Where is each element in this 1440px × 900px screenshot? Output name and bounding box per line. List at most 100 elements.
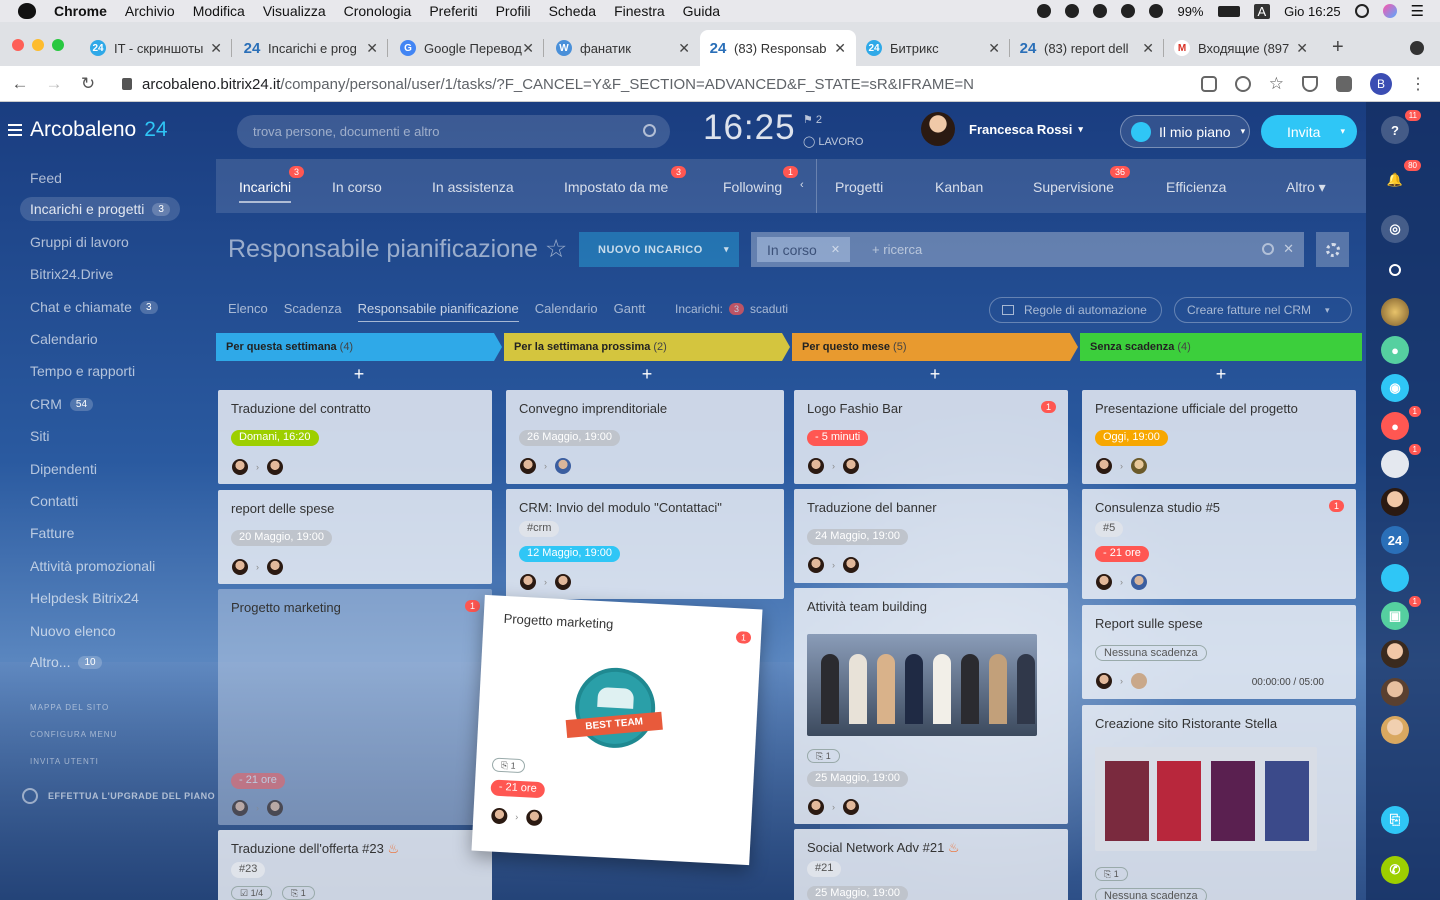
menu-app[interactable]: Chrome bbox=[54, 3, 107, 19]
browser-tab[interactable]: 24 IT - скриншоты ✕ bbox=[80, 30, 232, 66]
task-title[interactable]: Creazione sito Ristorante Stella bbox=[1095, 716, 1277, 731]
spotlight-icon[interactable] bbox=[1354, 4, 1369, 18]
menu-burger-icon[interactable] bbox=[8, 124, 22, 136]
user-green-icon[interactable]: ● bbox=[1381, 336, 1409, 364]
browser-tab-active[interactable]: 24 (83) Responsab ✕ bbox=[700, 30, 856, 66]
browser-tab[interactable]: W фанатик ✕ bbox=[546, 30, 700, 66]
tab-supervision[interactable]: Supervisione bbox=[1033, 179, 1114, 195]
chevron-down-icon[interactable]: ▾ bbox=[724, 244, 729, 255]
avatar[interactable] bbox=[843, 557, 859, 573]
attachment-counter[interactable]: ⎘ 1 bbox=[1095, 867, 1128, 881]
browser-tab[interactable]: 24 (83) report dell ✕ bbox=[1010, 30, 1164, 66]
tag-pill[interactable]: #crm bbox=[519, 521, 560, 537]
reload-icon[interactable]: ↻ bbox=[74, 74, 102, 94]
back-icon[interactable]: ← bbox=[6, 74, 34, 94]
nav-item-sites[interactable]: Siti bbox=[30, 428, 49, 444]
avatar[interactable] bbox=[267, 559, 283, 575]
upgrade-plan-link[interactable]: EFFETTUA L'UPGRADE DEL PIANO bbox=[22, 788, 215, 804]
close-tab-icon[interactable]: ✕ bbox=[522, 40, 534, 57]
tab-more[interactable]: Altro ▾ bbox=[1286, 179, 1326, 196]
my-plan-button[interactable]: Il mio piano ▾ bbox=[1120, 115, 1250, 148]
avatar[interactable] bbox=[520, 458, 536, 474]
avatar-icon[interactable] bbox=[1381, 678, 1409, 706]
url-field[interactable]: arcobaleno.bitrix24.it/company/personal/… bbox=[112, 71, 1302, 97]
chrome-menu-icon[interactable]: ⋮ bbox=[1410, 74, 1426, 94]
remove-chip-icon[interactable]: ✕ bbox=[831, 243, 840, 256]
filter-chip[interactable]: In corso ✕ bbox=[757, 237, 851, 262]
menu-modifica[interactable]: Modifica bbox=[193, 3, 245, 19]
menu-archivio[interactable]: Archivio bbox=[125, 3, 175, 19]
sitemap-link[interactable]: MAPPA DEL SITO bbox=[30, 703, 109, 712]
attachment-counter[interactable]: ⎘ 1 bbox=[807, 749, 840, 763]
avatar-icon[interactable] bbox=[1381, 298, 1409, 326]
group-icon[interactable]: 1 bbox=[1381, 444, 1421, 478]
bitrix24-icon[interactable]: 24 bbox=[1381, 526, 1409, 554]
task-card[interactable]: Convegno imprenditoriale 26 Maggio, 19:0… bbox=[506, 390, 784, 484]
task-title[interactable]: Report sulle spese bbox=[1095, 616, 1203, 631]
close-tab-icon[interactable]: ✕ bbox=[1142, 40, 1154, 57]
deadline-pill[interactable]: 26 Maggio, 19:00 bbox=[519, 430, 621, 446]
time-tracker[interactable]: 00:00:00 / 05:00 bbox=[1252, 677, 1324, 688]
deadline-pill[interactable]: Domani, 16:20 bbox=[231, 430, 319, 446]
menu-cronologia[interactable]: Cronologia bbox=[344, 3, 412, 19]
task-title[interactable]: Progetto marketing bbox=[231, 600, 341, 615]
task-card[interactable]: Logo Fashio Bar 1 - 5 minuti › bbox=[794, 390, 1068, 484]
tab-in-progress[interactable]: In corso bbox=[332, 179, 382, 195]
checklist-counter[interactable]: ☑ 1/4 bbox=[231, 886, 273, 900]
task-card[interactable]: Traduzione del contratto Domani, 16:20 › bbox=[218, 390, 492, 484]
automation-rules-button[interactable]: Regole di automazione bbox=[989, 297, 1162, 323]
nav-item-tasks[interactable]: Incarichi e progetti 3 bbox=[20, 197, 180, 221]
settings-gear-button[interactable] bbox=[1316, 232, 1349, 267]
browser-tab[interactable]: 24 Битрикс ✕ bbox=[856, 30, 1010, 66]
tag-pill[interactable]: #23 bbox=[231, 862, 266, 878]
configure-menu-link[interactable]: CONFIGURA MENU bbox=[30, 730, 117, 739]
view-gantt[interactable]: Gantt bbox=[614, 301, 646, 322]
avatar[interactable] bbox=[1096, 673, 1112, 689]
star-icon[interactable]: ☆ bbox=[1269, 74, 1284, 94]
browser-tab[interactable]: G Google Перевод ✕ bbox=[390, 30, 544, 66]
add-card-button[interactable]: + bbox=[1085, 364, 1357, 386]
avatar-icon[interactable] bbox=[1381, 488, 1409, 516]
column-header-this-month[interactable]: Per questo mese (5) bbox=[792, 333, 1078, 361]
browser-tab[interactable]: M Входящие (897 ✕ bbox=[1164, 30, 1318, 66]
nav-item-chat[interactable]: Chat e chiamate 3 bbox=[30, 299, 158, 315]
nav-item-employees[interactable]: Dipendenti bbox=[30, 461, 97, 477]
tab-kanban[interactable]: Kanban bbox=[935, 179, 983, 195]
menu-finestra[interactable]: Finestra bbox=[614, 3, 665, 19]
nav-item-drive[interactable]: Bitrix24.Drive bbox=[30, 266, 113, 282]
view-deadline[interactable]: Scadenza bbox=[284, 301, 342, 322]
search-icon[interactable] bbox=[1381, 256, 1409, 284]
task-title[interactable]: Presentazione ufficiale del progetto bbox=[1095, 401, 1298, 416]
nav-item-workgroups[interactable]: Gruppi di lavoro bbox=[30, 234, 129, 250]
deadline-pill[interactable]: - 5 minuti bbox=[807, 430, 869, 446]
bolt-icon[interactable] bbox=[1037, 4, 1052, 18]
task-card[interactable]: Traduzione del banner 24 Maggio, 19:00 › bbox=[794, 489, 1068, 583]
avatar[interactable] bbox=[555, 574, 571, 590]
column-header-next-week[interactable]: Per la settimana prossima (2) bbox=[504, 333, 790, 361]
tab-following[interactable]: Following bbox=[723, 179, 782, 195]
copy-icon[interactable]: ⎘ bbox=[1381, 806, 1409, 834]
nav-item-contacts[interactable]: Contatti bbox=[30, 493, 78, 509]
flag-count[interactable]: ⚑ 2 bbox=[803, 113, 822, 126]
task-title[interactable]: Social Network Adv #21 ♨ bbox=[807, 840, 960, 856]
menu-scheda[interactable]: Scheda bbox=[549, 3, 596, 19]
extensions-icon[interactable] bbox=[1336, 76, 1352, 92]
bell-icon[interactable]: 🔔 80 bbox=[1381, 160, 1421, 194]
avatar-icon[interactable] bbox=[1381, 716, 1409, 744]
task-title[interactable]: Convegno imprenditoriale bbox=[519, 401, 667, 416]
task-title[interactable]: Traduzione dell'offerta #23 ♨ bbox=[231, 841, 399, 857]
chevron-down-icon[interactable]: ▾ bbox=[1325, 305, 1330, 316]
close-tab-icon[interactable]: ✕ bbox=[210, 40, 222, 57]
tab-search-icon[interactable] bbox=[1410, 41, 1424, 55]
search-icon[interactable] bbox=[643, 124, 656, 137]
apple-icon[interactable] bbox=[18, 3, 36, 19]
task-card[interactable]: Social Network Adv #21 ♨ #21 25 Maggio, … bbox=[794, 829, 1068, 900]
group-icon[interactable] bbox=[1381, 564, 1409, 592]
tab-assisting[interactable]: In assistenza bbox=[432, 179, 514, 195]
nav-item-helpdesk[interactable]: Helpdesk Bitrix24 bbox=[30, 590, 139, 606]
add-card-button[interactable]: + bbox=[799, 364, 1071, 386]
close-tab-icon[interactable]: ✕ bbox=[988, 40, 1000, 57]
work-status[interactable]: ◯ LAVORO bbox=[803, 135, 863, 148]
team-photo[interactable] bbox=[807, 634, 1037, 736]
deadline-pill[interactable]: 25 Maggio, 19:00 bbox=[807, 886, 909, 900]
